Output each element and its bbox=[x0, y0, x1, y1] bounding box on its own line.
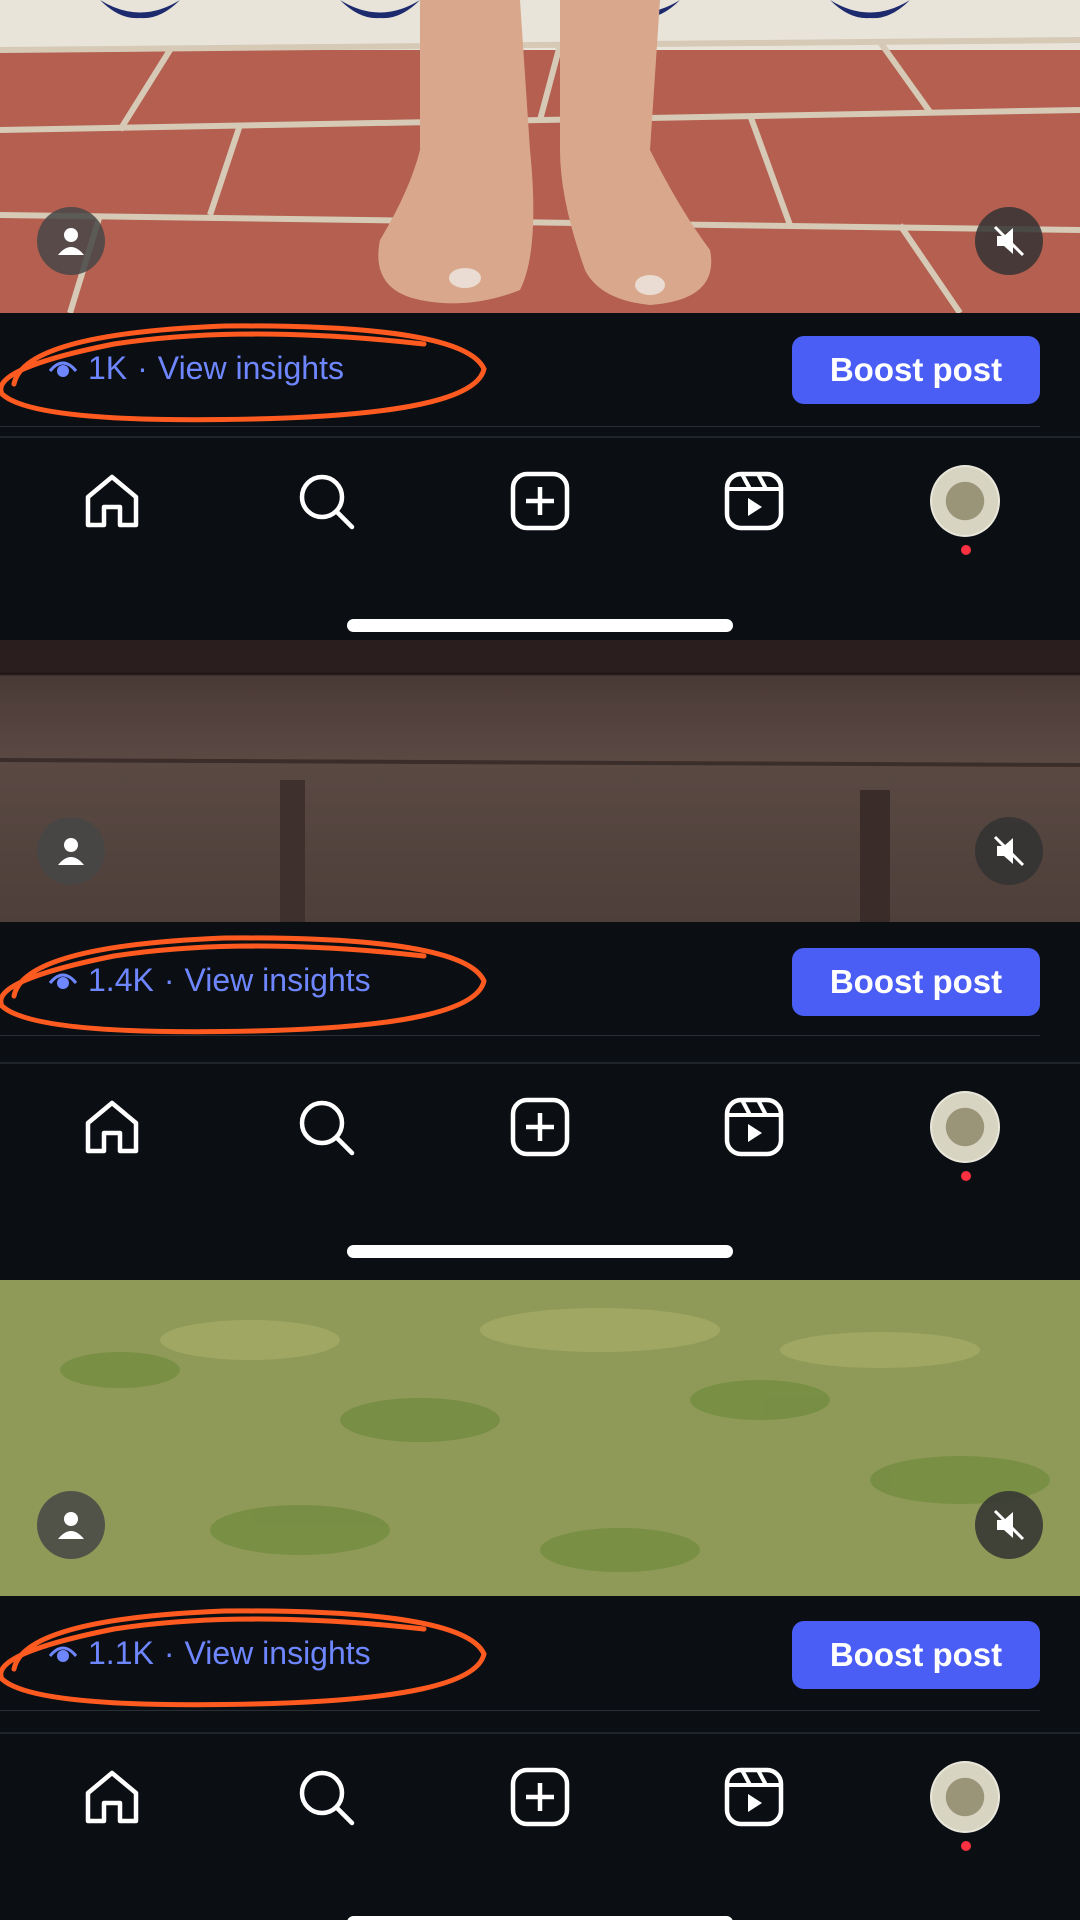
person-icon bbox=[58, 1512, 84, 1539]
eye-icon bbox=[48, 361, 78, 377]
view-insights-link[interactable]: 1.4K · View insights bbox=[48, 962, 371, 999]
tabbar-divider bbox=[0, 436, 1080, 438]
tab-reels[interactable] bbox=[719, 1752, 789, 1842]
reels-icon bbox=[724, 1097, 784, 1157]
mute-button[interactable] bbox=[975, 207, 1043, 275]
notification-dot bbox=[961, 545, 971, 555]
view-insights-link[interactable]: 1.1K · View insights bbox=[48, 1635, 371, 1672]
boost-post-button[interactable]: Boost post bbox=[792, 948, 1040, 1016]
tab-profile[interactable] bbox=[930, 1082, 1000, 1172]
tagged-people-button[interactable] bbox=[37, 1491, 105, 1559]
post-actions-row: 1K · View insights Boost post bbox=[0, 323, 1080, 423]
tab-create[interactable] bbox=[505, 1082, 575, 1172]
divider bbox=[0, 1710, 1040, 1711]
eye-icon bbox=[48, 1646, 78, 1662]
mute-button[interactable] bbox=[975, 1491, 1043, 1559]
tab-create[interactable] bbox=[505, 456, 575, 546]
home-indicator[interactable] bbox=[347, 1916, 733, 1920]
muted-speaker-icon bbox=[993, 1509, 1025, 1541]
screenshot-panel-3: 1.1K · View insights Boost post bbox=[0, 1280, 1080, 1920]
tab-search[interactable] bbox=[291, 456, 361, 546]
home-icon bbox=[85, 474, 139, 528]
tab-create[interactable] bbox=[505, 1752, 575, 1842]
create-icon bbox=[510, 1767, 570, 1827]
tagged-people-button[interactable] bbox=[37, 817, 105, 885]
home-indicator[interactable] bbox=[347, 1245, 733, 1258]
separator: · bbox=[163, 962, 175, 998]
insights-label: View insights bbox=[157, 350, 344, 386]
home-indicator[interactable] bbox=[347, 619, 733, 632]
views-count: 1.1K bbox=[88, 1635, 154, 1671]
post-image-grass bbox=[0, 1280, 1080, 1596]
tabbar-divider bbox=[0, 1062, 1080, 1064]
view-insights-link[interactable]: 1K · View insights bbox=[48, 350, 344, 387]
profile-avatar bbox=[930, 1091, 1000, 1163]
notification-dot bbox=[961, 1171, 971, 1181]
tab-reels[interactable] bbox=[719, 456, 789, 546]
screenshot-panel-1: 1K · View insights Boost post bbox=[0, 0, 1080, 640]
profile-avatar bbox=[930, 465, 1000, 537]
profile-avatar bbox=[930, 1761, 1000, 1833]
bottom-tab-bar bbox=[0, 456, 1080, 546]
create-icon bbox=[510, 471, 570, 531]
search-icon bbox=[299, 1770, 355, 1826]
insights-label: View insights bbox=[184, 1635, 371, 1671]
post-image-bricks bbox=[0, 0, 1080, 313]
boost-post-button[interactable]: Boost post bbox=[792, 336, 1040, 404]
views-count: 1K bbox=[88, 350, 128, 386]
post-image-wood bbox=[0, 640, 1080, 922]
divider bbox=[0, 426, 1040, 427]
create-icon bbox=[510, 1097, 570, 1157]
muted-speaker-icon bbox=[993, 835, 1025, 867]
insights-label: View insights bbox=[184, 962, 371, 998]
post-media[interactable] bbox=[0, 0, 1080, 313]
person-icon bbox=[58, 228, 84, 255]
separator: · bbox=[137, 350, 148, 386]
post-actions-row: 1.1K · View insights Boost post bbox=[0, 1608, 1080, 1708]
reels-icon bbox=[724, 471, 784, 531]
reels-icon bbox=[724, 1767, 784, 1827]
bottom-tab-bar bbox=[0, 1082, 1080, 1172]
eye-icon bbox=[48, 973, 78, 989]
search-icon bbox=[299, 1100, 355, 1156]
muted-speaker-icon bbox=[993, 225, 1025, 257]
divider bbox=[0, 1035, 1040, 1036]
post-actions-row: 1.4K · View insights Boost post bbox=[0, 935, 1080, 1035]
tab-search[interactable] bbox=[291, 1752, 361, 1842]
separator: · bbox=[163, 1635, 175, 1671]
tab-home[interactable] bbox=[77, 1752, 147, 1842]
mute-button[interactable] bbox=[975, 817, 1043, 885]
tab-reels[interactable] bbox=[719, 1082, 789, 1172]
post-media[interactable] bbox=[0, 640, 1080, 922]
tabbar-divider bbox=[0, 1732, 1080, 1734]
home-icon bbox=[85, 1100, 139, 1154]
post-media[interactable] bbox=[0, 1280, 1080, 1596]
tab-search[interactable] bbox=[291, 1082, 361, 1172]
search-icon bbox=[299, 474, 355, 530]
tab-profile[interactable] bbox=[930, 456, 1000, 546]
tab-home[interactable] bbox=[77, 456, 147, 546]
person-icon bbox=[58, 838, 84, 865]
tab-home[interactable] bbox=[77, 1082, 147, 1172]
views-count: 1.4K bbox=[88, 962, 154, 998]
tab-profile[interactable] bbox=[930, 1752, 1000, 1842]
notification-dot bbox=[961, 1841, 971, 1851]
boost-post-button[interactable]: Boost post bbox=[792, 1621, 1040, 1689]
home-icon bbox=[85, 1770, 139, 1824]
screenshot-panel-2: 1.4K · View insights Boost post bbox=[0, 640, 1080, 1280]
tagged-people-button[interactable] bbox=[37, 207, 105, 275]
bottom-tab-bar bbox=[0, 1752, 1080, 1842]
